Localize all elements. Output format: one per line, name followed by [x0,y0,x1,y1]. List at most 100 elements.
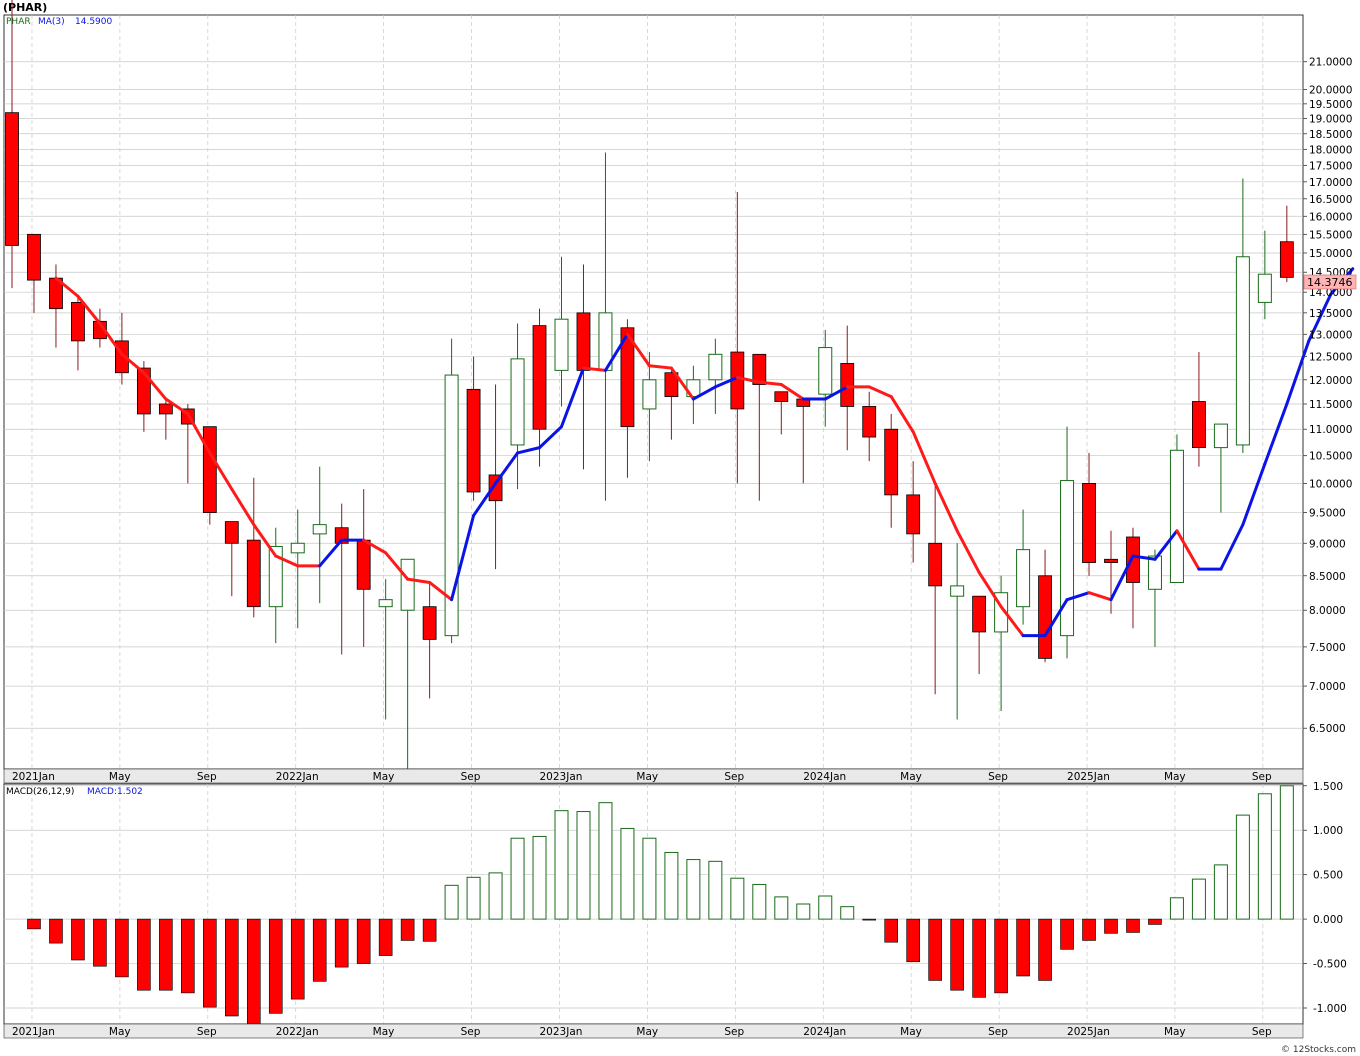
macd-x-tick-label: Sep [197,1026,217,1038]
macd-bar [422,918,437,942]
price-y-tick-label: 10.5000 [1309,451,1352,463]
price-y-tick-label: 16.5000 [1309,194,1352,206]
price-x-tick-label: 2022Jan [276,771,319,783]
price-y-tick-label: 7.5000 [1309,642,1346,654]
macd-y-tick-label: 0.500 [1313,870,1343,882]
candle-body [1147,555,1162,590]
macd-bar [1257,793,1272,920]
macd-bar [906,918,920,963]
price-x-tick-label: May [636,771,658,783]
candle-body [928,542,943,587]
legend-symbol: PHAR [6,17,31,27]
macd-bar [1060,918,1074,950]
price-y-tick-label: 9.5000 [1309,508,1346,520]
macd-y-tick-label: -1.000 [1313,1003,1347,1015]
candle-body [5,112,19,246]
price-x-tick-label: Sep [1252,771,1272,783]
price-y-tick-label: 15.0000 [1309,248,1352,260]
macd-x-tick-label: 2024Jan [803,1026,846,1038]
macd-x-axis: 2021Jan May Sep 2022Jan May Sep 2023Jan May Sep 2… [3,1023,1304,1039]
candle-body [71,302,85,342]
price-y-tick-label: 9.0000 [1309,538,1346,550]
macd-bar [1016,918,1030,977]
macd-x-tick-label: May [636,1026,658,1038]
candle-body [884,428,899,496]
last-price-badge: 14.3746 [1303,274,1357,290]
macd-bar [488,872,503,920]
last-price-value: 14.3746 [1307,276,1353,289]
macd-bar [752,883,767,920]
macd-bar [796,903,811,920]
legend-ma-label: MA(3) [38,17,65,27]
macd-bar [181,918,195,994]
candle-body [1104,558,1118,563]
candle-body [400,558,415,611]
candle-body [312,524,327,535]
macd-bar [972,918,986,998]
price-x-tick-label: 2025Jan [1067,771,1110,783]
macd-bar [312,918,327,982]
macd-bar [1279,785,1294,920]
macd-bar [862,918,877,921]
price-x-tick-label: May [373,771,395,783]
macd-bar [1191,878,1206,920]
price-x-tick-label: 2023Jan [540,771,583,783]
price-y-tick-label: 20.0000 [1309,84,1352,96]
macd-bar [115,918,129,978]
candle-body [1038,575,1052,659]
price-y-tick-label: 11.0000 [1309,424,1352,436]
macd-bar [225,918,239,1017]
candle-body [532,325,547,430]
candle-body [576,312,591,371]
macd-x-tick-label: May [1164,1026,1186,1038]
macd-bar [400,918,415,941]
price-y-tick-label: 17.5000 [1309,160,1352,172]
macd-bar [466,876,481,920]
macd-bar [334,918,349,968]
candle-body [972,595,987,633]
candle-body [774,391,789,402]
candle-body [378,599,393,608]
legend-ma-value: 14.5900 [75,17,112,27]
candle-body [1126,536,1140,583]
macd-bar [510,837,525,920]
macd-bar [49,918,63,944]
candle-body [1257,273,1272,303]
price-x-tick-label: Sep [461,771,481,783]
candle-body [950,585,965,597]
macd-x-tick-label: 2023Jan [540,1026,583,1038]
macd-x-tick-label: 2025Jan [1067,1026,1110,1038]
price-y-tick-label: 7.0000 [1309,681,1346,693]
candle-body [466,388,481,493]
price-x-tick-label: Sep [197,771,217,783]
macd-bar [71,918,85,961]
macd-bar [1213,864,1228,920]
macd-panel: -1.000 -0.500 0.000 0.500 1.000 1.500 MACD(26… [3,781,1347,1025]
macd-y-tick-label: 1.500 [1313,781,1343,793]
macd-bar [730,877,745,920]
candle-body [290,542,305,554]
macd-value-label: MACD:1.502 [87,787,143,797]
macd-bar [1038,918,1052,981]
macd-bar [246,918,261,1025]
candle-body [642,379,657,410]
candle-body [906,494,921,535]
macd-bar [1104,918,1118,934]
macd-bar [642,837,657,920]
price-y-tick-label: 11.5000 [1309,399,1352,411]
macd-x-tick-label: 2021Jan [12,1026,55,1038]
price-x-tick-label: May [900,771,922,783]
macd-bar [203,918,217,1008]
macd-x-tick-label: 2022Jan [276,1026,319,1038]
macd-bar [378,918,393,956]
candle-body [1192,401,1206,449]
macd-bar [818,895,833,920]
macd-x-tick-label: May [109,1026,131,1038]
macd-bar [1126,918,1140,933]
macd-y-tick-label: -0.500 [1313,959,1347,971]
stock-chart: (PHAR) 6.5000 7.0000 7.5000 8.0000 8.5000 9.0… [3,0,1357,1055]
macd-y-axis: -1.000 -0.500 0.000 0.500 1.000 1.500 [1303,781,1347,1015]
macd-bar [708,860,723,920]
macd-y-tick-label: 0.000 [1313,914,1343,926]
price-panel: 6.5000 7.0000 7.5000 8.0000 8.5000 9.0000 9.50… [3,0,1357,770]
